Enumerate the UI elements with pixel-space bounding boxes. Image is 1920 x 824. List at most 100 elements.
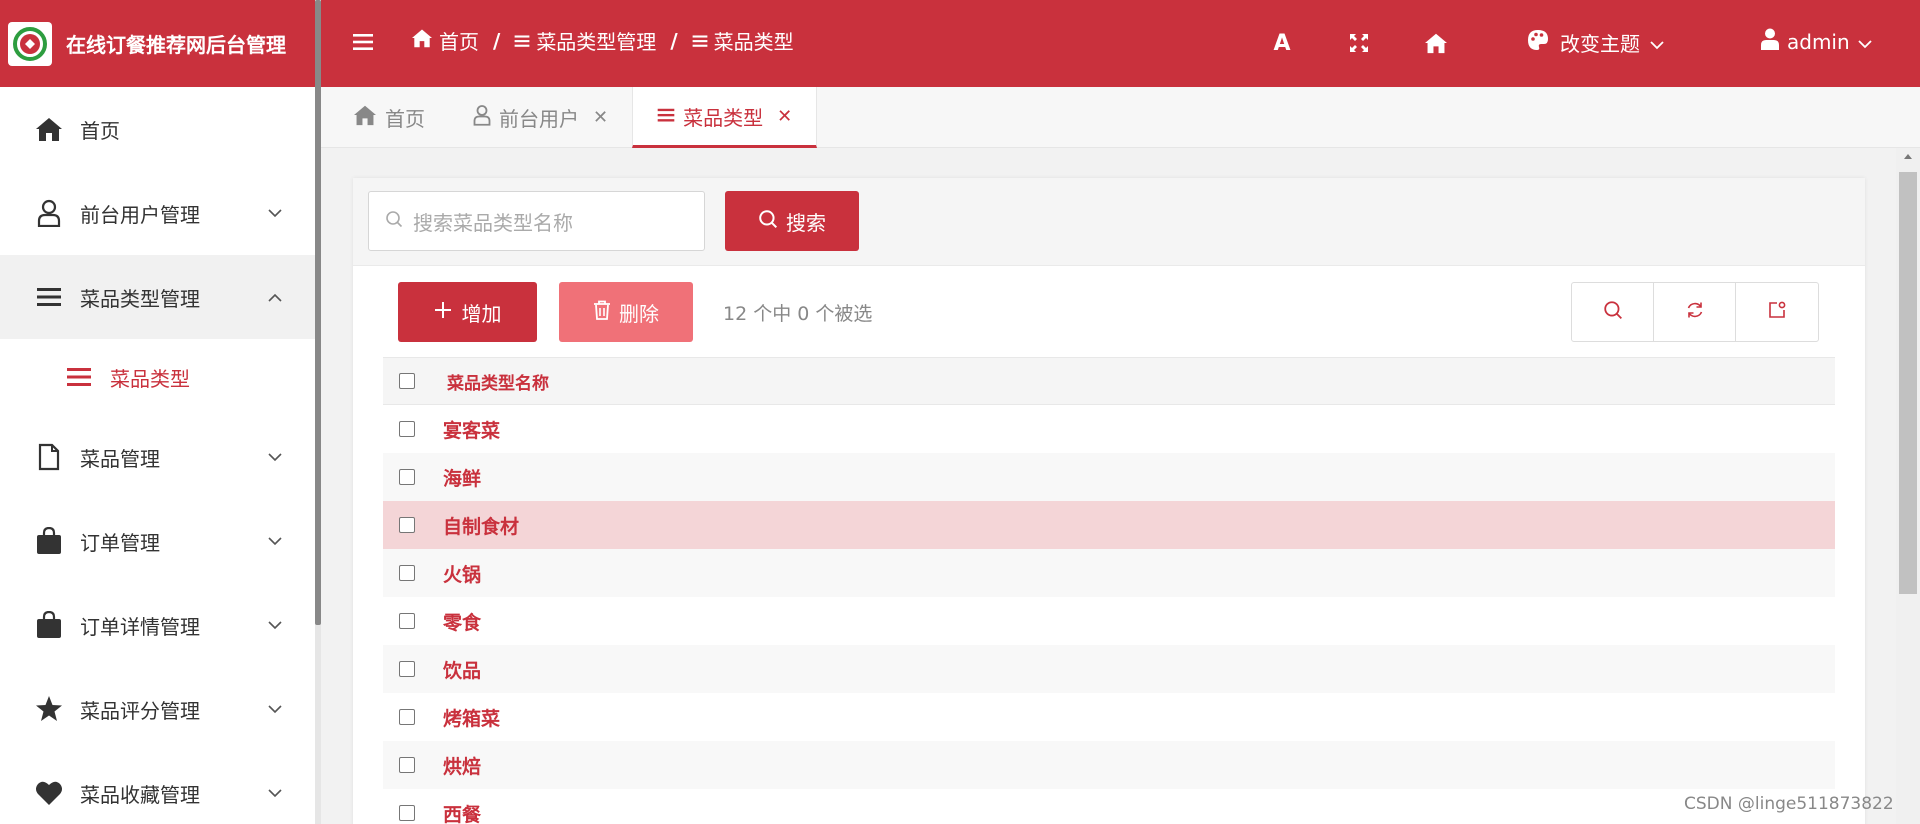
dish-type-name[interactable]: 零食 — [443, 608, 481, 635]
plus-icon — [434, 300, 452, 324]
dish-type-name[interactable]: 烘焙 — [443, 752, 481, 779]
search-toggle-button[interactable] — [1572, 283, 1654, 341]
chevron-up-icon — [268, 290, 282, 304]
home-icon — [34, 114, 64, 144]
column-header-dish-type-name[interactable]: 菜品类型名称 — [447, 369, 549, 394]
row-checkbox[interactable] — [399, 613, 415, 629]
refresh-button[interactable] — [1654, 283, 1736, 341]
search-icon — [385, 209, 403, 233]
row-checkbox[interactable] — [399, 517, 415, 533]
dish-type-name[interactable]: 海鲜 — [443, 464, 481, 491]
tab-bar: 首页 前台用户 ✕ 菜品类型 ✕ — [321, 87, 1920, 148]
search-input[interactable]: 搜索菜品类型名称 — [368, 191, 705, 251]
select-all-checkbox[interactable] — [399, 373, 415, 389]
brand-bar: 在线订餐推荐网后台管理 — [0, 0, 315, 87]
user-menu[interactable]: admin — [1761, 28, 1872, 55]
user-icon — [34, 198, 64, 228]
row-checkbox[interactable] — [399, 565, 415, 581]
sidebar-item-frontend-users[interactable]: 前台用户管理 — [0, 171, 315, 255]
export-button[interactable] — [1736, 283, 1818, 341]
chevron-down-icon — [268, 450, 282, 464]
sidebar-item-ratings[interactable]: 菜品评分管理 — [0, 667, 315, 751]
home-icon — [353, 104, 377, 131]
table-row[interactable]: 海鲜 — [383, 453, 1835, 501]
scroll-up-icon[interactable] — [1896, 149, 1920, 163]
sidebar-item-home[interactable]: 首页 — [0, 87, 315, 171]
row-checkbox[interactable] — [399, 805, 415, 821]
username: admin — [1787, 29, 1850, 54]
theme-switcher[interactable]: 改变主题 — [1526, 28, 1664, 57]
palette-icon — [1526, 28, 1550, 57]
close-icon[interactable]: ✕ — [593, 107, 608, 128]
row-checkbox[interactable] — [399, 469, 415, 485]
search-button[interactable]: 搜索 — [725, 191, 859, 251]
table-row[interactable]: 火锅 — [383, 549, 1835, 597]
chevron-down-icon — [268, 786, 282, 800]
row-checkbox[interactable] — [399, 757, 415, 773]
chevron-down-icon — [268, 702, 282, 716]
dish-type-name[interactable]: 西餐 — [443, 800, 481, 824]
search-bar: 搜索菜品类型名称 搜索 — [353, 178, 1865, 266]
dish-type-name[interactable]: 火锅 — [443, 560, 481, 587]
sidebar-subitem-label: 菜品类型 — [110, 366, 190, 391]
selection-info: 12 个中 0 个被选 — [723, 302, 873, 325]
star-icon — [34, 694, 64, 724]
chevron-down-icon — [1650, 31, 1664, 55]
list-icon — [657, 104, 675, 128]
tab-home[interactable]: 首页 — [321, 87, 449, 148]
home-icon[interactable] — [1423, 30, 1449, 56]
search-icon — [1603, 300, 1623, 324]
sidebar-item-dish-type[interactable]: 菜品类型管理 — [0, 255, 315, 339]
menu-toggle-icon[interactable] — [351, 30, 375, 54]
list-icon — [64, 362, 94, 392]
heart-icon — [34, 778, 64, 808]
table-row[interactable]: 西餐 — [383, 789, 1835, 824]
list-icon — [514, 29, 530, 53]
table-row[interactable]: 烘焙 — [383, 741, 1835, 789]
table-row[interactable]: 烤箱菜 — [383, 693, 1835, 741]
tab-label: 菜品类型 — [683, 105, 764, 130]
dish-type-name[interactable]: 烤箱菜 — [443, 704, 500, 731]
trash-icon — [593, 300, 611, 325]
table-row[interactable]: 饮品 — [383, 645, 1835, 693]
home-icon — [411, 28, 433, 53]
top-header: 首页 / 菜品类型管理 / 菜品类型 A 改变主题 admin — [321, 0, 1920, 87]
delete-button[interactable]: 删除 — [559, 282, 693, 342]
page-scrollbar[interactable] — [1896, 148, 1920, 824]
sidebar-item-dishes[interactable]: 菜品管理 — [0, 415, 315, 499]
row-checkbox[interactable] — [399, 421, 415, 437]
tab-label: 前台用户 — [499, 107, 579, 131]
fullscreen-icon[interactable] — [1346, 30, 1372, 56]
table-row[interactable]: 零食 — [383, 597, 1835, 645]
search-button-label: 搜索 — [786, 210, 826, 235]
dish-type-name[interactable]: 饮品 — [443, 656, 481, 683]
sidebar-item-label: 订单详情管理 — [80, 614, 200, 639]
sidebar: 在线订餐推荐网后台管理 首页 前台用户管理 菜品类型管理 菜品类型 菜品管理 订… — [0, 0, 315, 824]
sidebar-item-orders[interactable]: 订单管理 — [0, 499, 315, 583]
row-checkbox[interactable] — [399, 709, 415, 725]
breadcrumb-dish-type-management[interactable]: 菜品类型管理 — [514, 26, 656, 55]
breadcrumb-home[interactable]: 首页 — [411, 26, 479, 55]
sidebar-item-favorites[interactable]: 菜品收藏管理 — [0, 751, 315, 824]
close-icon[interactable]: ✕ — [777, 106, 792, 127]
dish-type-name[interactable]: 自制食材 — [443, 512, 519, 539]
table-row[interactable]: 自制食材 — [383, 501, 1835, 549]
sidebar-item-label: 菜品收藏管理 — [80, 782, 200, 807]
app-title: 在线订餐推荐网后台管理 — [66, 33, 286, 57]
row-checkbox[interactable] — [399, 661, 415, 677]
add-button[interactable]: 增加 — [398, 282, 537, 342]
dish-type-name[interactable]: 宴客菜 — [443, 416, 500, 443]
table-row[interactable]: 宴客菜 — [383, 405, 1835, 453]
page-scrollbar-thumb[interactable] — [1899, 172, 1917, 594]
tab-frontend-users[interactable]: 前台用户 ✕ — [449, 87, 632, 148]
font-size-icon[interactable]: A — [1269, 30, 1295, 56]
sidebar-subitem-dish-type[interactable]: 菜品类型 — [0, 339, 315, 415]
chevron-down-icon — [268, 206, 282, 220]
sidebar-item-label: 前台用户管理 — [80, 202, 200, 227]
tab-label: 首页 — [385, 107, 425, 131]
dish-type-table: 菜品类型名称 宴客菜 海鲜 自制食材 火锅 零食 饮品 烤箱菜 烘焙 西餐 — [383, 357, 1835, 824]
sidebar-item-order-details[interactable]: 订单详情管理 — [0, 583, 315, 667]
tab-dish-type[interactable]: 菜品类型 ✕ — [632, 87, 818, 148]
delete-button-label: 删除 — [619, 301, 659, 326]
table-header: 菜品类型名称 — [383, 357, 1835, 405]
